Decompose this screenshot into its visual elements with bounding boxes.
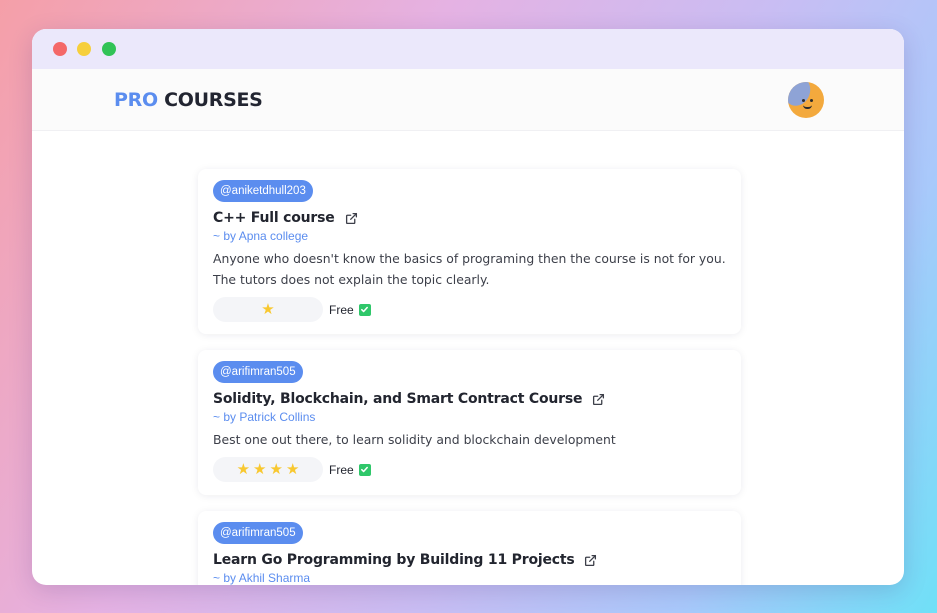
course-card: @arifimran505 Solidity, Blockchain, and …: [198, 350, 741, 495]
brand-pro: PRO: [114, 89, 158, 111]
user-badge[interactable]: @arifimran505: [213, 361, 303, 383]
rating-pill: ★ ★ ★ ★: [213, 457, 323, 482]
price-label: Free: [329, 462, 354, 477]
external-link-icon[interactable]: [345, 212, 358, 225]
close-window-button[interactable]: [53, 42, 67, 56]
star-icon: ★: [285, 461, 300, 478]
course-title[interactable]: Learn Go Programming by Building 11 Proj…: [213, 552, 575, 568]
minimize-window-button[interactable]: [77, 42, 91, 56]
user-badge[interactable]: @aniketdhull203: [213, 180, 313, 202]
avatar-eye-right: [810, 99, 813, 102]
course-card: @arifimran505 Learn Go Programming by Bu…: [198, 511, 741, 585]
course-review: Anyone who doesn't know the basics of pr…: [213, 251, 726, 287]
star-icon: ★: [261, 301, 275, 318]
course-feed[interactable]: @aniketdhull203 C++ Full course ~ by Apn…: [32, 131, 904, 585]
course-author: ~ by Apna college: [213, 229, 309, 243]
course-author: ~ by Akhil Sharma: [213, 571, 311, 585]
window-titlebar: [32, 29, 904, 69]
external-link-icon[interactable]: [592, 393, 605, 406]
course-title[interactable]: C++ Full course: [213, 210, 335, 226]
course-review: Best one out there, to learn solidity an…: [213, 432, 616, 447]
maximize-window-button[interactable]: [102, 42, 116, 56]
user-badge[interactable]: @arifimran505: [213, 522, 303, 544]
browser-window: PRO COURSES @aniketdhull203 C++ Full cou…: [32, 29, 904, 585]
check-icon: [358, 463, 371, 476]
star-icon: ★: [236, 461, 251, 478]
avatar-eye-left: [802, 99, 805, 102]
brand-courses: COURSES: [164, 89, 263, 111]
brand-logo[interactable]: PRO COURSES: [114, 89, 263, 111]
avatar-mouth: [803, 105, 812, 109]
course-author: ~ by Patrick Collins: [213, 410, 316, 424]
star-icon: ★: [269, 461, 283, 478]
navbar: PRO COURSES: [32, 69, 904, 131]
check-icon: [358, 303, 371, 316]
rating-pill: ★: [213, 297, 323, 322]
star-icon: ★: [253, 461, 267, 478]
course-title[interactable]: Solidity, Blockchain, and Smart Contract…: [213, 391, 582, 407]
external-link-icon[interactable]: [584, 554, 597, 567]
avatar[interactable]: [788, 82, 824, 118]
price-label: Free: [329, 302, 354, 317]
course-card: @aniketdhull203 C++ Full course ~ by Apn…: [198, 169, 741, 334]
